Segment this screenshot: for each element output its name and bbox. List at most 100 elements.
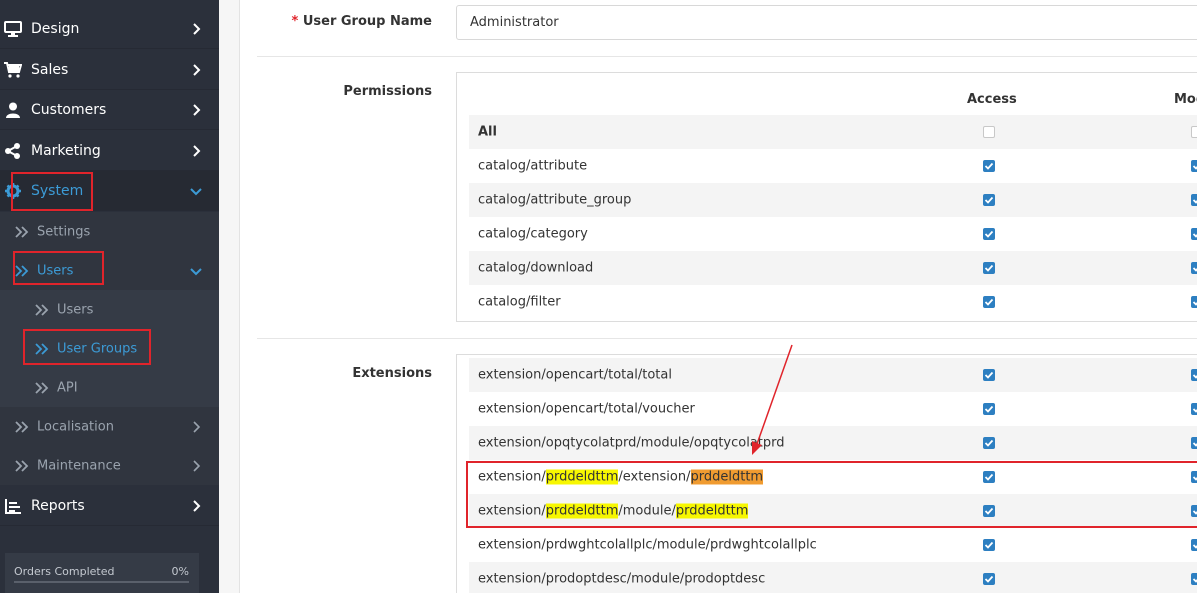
access-checkbox[interactable] bbox=[983, 194, 995, 206]
sidebar-item-label: Sales bbox=[31, 61, 69, 78]
monitor-icon bbox=[4, 20, 22, 37]
permission-name: catalog/attribute bbox=[478, 158, 588, 174]
table-row: All bbox=[469, 115, 1197, 149]
sidebar-item-marketing[interactable]: Marketing bbox=[0, 131, 219, 171]
column-header-modify: Modify bbox=[1174, 92, 1197, 107]
check-icon bbox=[1192, 233, 1197, 238]
modify-checkbox[interactable] bbox=[1191, 194, 1197, 206]
chevron-down-icon bbox=[190, 187, 202, 195]
user-group-name-label: * User Group Name bbox=[291, 14, 432, 29]
sidebar: Design Sales Customers Marketing System … bbox=[0, 0, 219, 593]
access-checkbox[interactable] bbox=[983, 296, 995, 308]
check-icon bbox=[1192, 544, 1197, 549]
table-row: catalog/category bbox=[469, 217, 1197, 251]
check-icon bbox=[1192, 165, 1197, 170]
permission-name: extension/opencart/total/total bbox=[478, 367, 672, 383]
table-row: extension/prdwghtcolallplc/module/prdwgh… bbox=[469, 528, 1197, 562]
modify-checkbox[interactable] bbox=[1191, 262, 1197, 274]
annotation-box-system bbox=[11, 172, 93, 211]
check-icon bbox=[1192, 199, 1197, 204]
user-group-name-input[interactable] bbox=[456, 5, 1197, 40]
sidebar-item-settings[interactable]: Settings bbox=[0, 212, 219, 251]
sidebar-item-label: Design bbox=[31, 20, 80, 37]
sidebar-item-label: Users bbox=[57, 302, 94, 317]
check-icon bbox=[1192, 408, 1197, 413]
sidebar-item-sales[interactable]: Sales bbox=[0, 50, 219, 90]
cart-icon bbox=[4, 61, 22, 78]
bar-chart-icon bbox=[5, 498, 21, 514]
sidebar-item-label: Reports bbox=[31, 497, 85, 514]
double-chevron-right-icon bbox=[35, 381, 49, 394]
check-icon bbox=[984, 298, 994, 306]
modify-checkbox[interactable] bbox=[1191, 437, 1197, 449]
table-row: extension/prodoptdesc/module/prodoptdesc bbox=[469, 562, 1197, 593]
permissions-label: Permissions bbox=[343, 84, 432, 99]
table-row: catalog/attribute_group bbox=[469, 183, 1197, 217]
chevron-right-icon bbox=[193, 420, 201, 433]
permission-name: extension/prdwghtcolallplc/module/prdwgh… bbox=[478, 537, 817, 553]
access-checkbox[interactable] bbox=[983, 160, 995, 172]
sidebar-item-api[interactable]: API bbox=[0, 368, 219, 407]
sidebar-item-maintenance[interactable]: Maintenance bbox=[0, 446, 219, 485]
sidebar-item-label: Localisation bbox=[37, 419, 114, 434]
check-icon bbox=[984, 439, 994, 447]
orders-progress-bar bbox=[14, 581, 189, 583]
permission-name: extension/opencart/total/voucher bbox=[478, 401, 695, 417]
access-checkbox[interactable] bbox=[983, 262, 995, 274]
access-checkbox[interactable] bbox=[983, 403, 995, 415]
check-icon bbox=[984, 230, 994, 238]
modify-checkbox[interactable] bbox=[1191, 369, 1197, 381]
chevron-right-icon bbox=[193, 63, 201, 76]
divider bbox=[257, 56, 1197, 57]
check-icon bbox=[984, 264, 994, 272]
modify-checkbox[interactable] bbox=[1191, 228, 1197, 240]
table-row: catalog/download bbox=[469, 251, 1197, 285]
main-content: * User Group Name Permissions Access Mod… bbox=[219, 0, 1197, 593]
chevron-right-icon bbox=[193, 499, 201, 512]
access-checkbox[interactable] bbox=[983, 539, 995, 551]
share-icon bbox=[5, 142, 20, 159]
sidebar-item-label: Marketing bbox=[31, 142, 101, 159]
modify-checkbox[interactable] bbox=[1191, 126, 1197, 138]
sidebar-item-reports[interactable]: Reports bbox=[0, 486, 219, 526]
chevron-right-icon bbox=[193, 22, 201, 35]
check-icon bbox=[984, 405, 994, 413]
modify-checkbox[interactable] bbox=[1191, 539, 1197, 551]
modify-checkbox[interactable] bbox=[1191, 573, 1197, 585]
sidebar-item-label: Settings bbox=[37, 224, 91, 239]
check-icon bbox=[984, 371, 994, 379]
permission-name: catalog/attribute_group bbox=[478, 192, 632, 208]
extensions-label: Extensions bbox=[352, 366, 432, 381]
sidebar-item-customers[interactable]: Customers bbox=[0, 90, 219, 130]
permission-name: extension/prodoptdesc/module/prodoptdesc bbox=[478, 571, 766, 587]
chevron-down-icon bbox=[190, 267, 202, 275]
double-chevron-right-icon bbox=[15, 420, 29, 433]
chevron-right-icon bbox=[193, 103, 201, 116]
orders-completed-widget: Orders Completed 0% bbox=[5, 553, 199, 593]
check-icon bbox=[1192, 374, 1197, 379]
access-checkbox[interactable] bbox=[983, 437, 995, 449]
table-row: extension/opencart/total/voucher bbox=[469, 392, 1197, 426]
column-header-access: Access bbox=[967, 92, 1017, 107]
modify-checkbox[interactable] bbox=[1191, 403, 1197, 415]
double-chevron-right-icon bbox=[15, 459, 29, 472]
access-checkbox[interactable] bbox=[983, 369, 995, 381]
table-row: extension/opencart/total/total bbox=[469, 358, 1197, 392]
chevron-right-icon bbox=[193, 144, 201, 157]
sidebar-item-label: Customers bbox=[31, 101, 107, 118]
divider bbox=[257, 338, 1197, 339]
permissions-box: Access Modify All catalog/attribute catalo… bbox=[456, 72, 1197, 322]
modify-checkbox[interactable] bbox=[1191, 296, 1197, 308]
check-icon bbox=[1192, 442, 1197, 447]
user-icon bbox=[6, 102, 20, 118]
access-checkbox[interactable] bbox=[983, 573, 995, 585]
sidebar-item-localisation[interactable]: Localisation bbox=[0, 407, 219, 446]
table-row: extension/opqtycolatprd/module/opqtycola… bbox=[469, 426, 1197, 460]
access-checkbox[interactable] bbox=[983, 126, 995, 138]
check-icon bbox=[1192, 578, 1197, 583]
check-icon bbox=[1192, 267, 1197, 272]
sidebar-item-users-list[interactable]: Users bbox=[0, 290, 219, 329]
modify-checkbox[interactable] bbox=[1191, 160, 1197, 172]
access-checkbox[interactable] bbox=[983, 228, 995, 240]
sidebar-item-design[interactable]: Design bbox=[0, 9, 219, 49]
